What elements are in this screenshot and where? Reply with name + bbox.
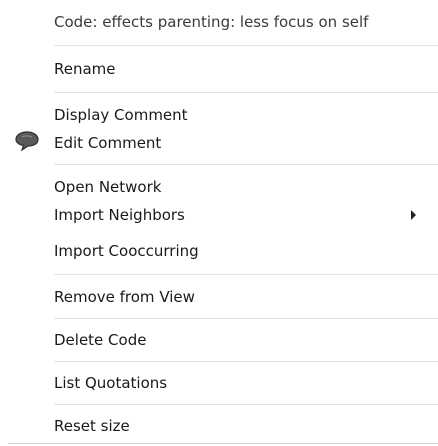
menu-separator: [54, 274, 438, 275]
menu-item-list-quotations[interactable]: List Quotations: [54, 373, 438, 393]
menu-item-label: Remove from View: [54, 288, 195, 306]
menu-separator: [54, 361, 438, 362]
menu-separator: [54, 45, 438, 46]
menu-header: Code: effects parenting: less focus on s…: [54, 12, 438, 32]
menu-icon-gutter: [0, 0, 54, 446]
menu-item-label: Import Cooccurring: [54, 242, 199, 260]
menu-item-label: Open Network: [54, 178, 162, 196]
menu-item-label: Rename: [54, 60, 116, 78]
menu-separator: [54, 318, 438, 319]
menu-item-label: Edit Comment: [54, 134, 162, 152]
menu-item-rename[interactable]: Rename: [54, 59, 438, 79]
menu-item-display-comment[interactable]: Display Comment: [54, 105, 438, 125]
menu-item-label: Import Neighbors: [54, 206, 185, 224]
menu-header-label: Code: effects parenting: less focus on s…: [54, 13, 369, 31]
menu-item-remove-from-view[interactable]: Remove from View: [54, 287, 438, 307]
menu-separator: [54, 404, 438, 405]
menu-item-open-network[interactable]: Open Network: [54, 177, 438, 197]
menu-bottom-border: [8, 443, 438, 444]
menu-item-reset-size[interactable]: Reset size: [54, 416, 438, 436]
context-menu: Code: effects parenting: less focus on s…: [0, 0, 438, 446]
comment-bubble-icon: [15, 131, 39, 152]
menu-item-delete-code[interactable]: Delete Code: [54, 330, 438, 350]
menu-item-label: Delete Code: [54, 331, 147, 349]
menu-separator: [54, 164, 438, 165]
menu-item-label: Reset size: [54, 417, 130, 435]
menu-item-label: List Quotations: [54, 374, 168, 392]
menu-separator: [54, 92, 438, 93]
menu-item-label: Display Comment: [54, 106, 188, 124]
menu-item-import-neighbors[interactable]: Import Neighbors: [54, 205, 438, 225]
submenu-arrow-icon: [411, 210, 416, 220]
menu-item-edit-comment[interactable]: Edit Comment: [54, 133, 438, 153]
menu-item-import-cooccurring[interactable]: Import Cooccurring: [54, 241, 438, 261]
